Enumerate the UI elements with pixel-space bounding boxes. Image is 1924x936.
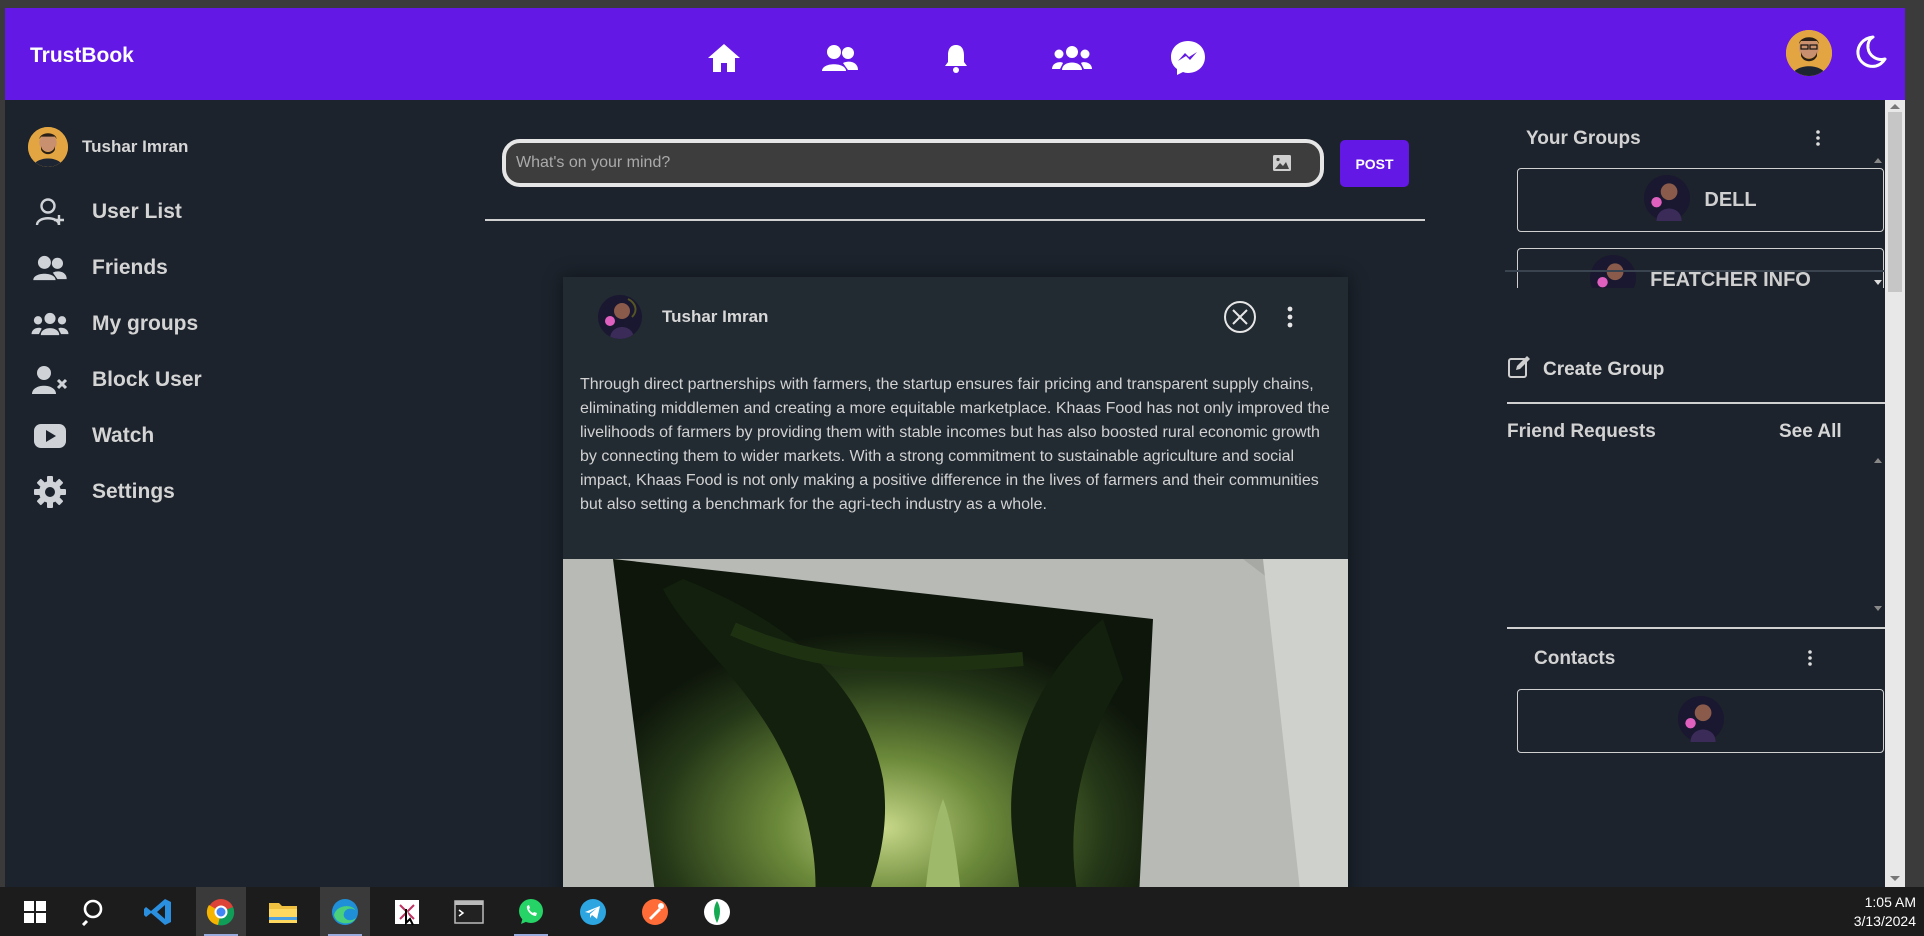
groups-title: Your Groups	[1526, 128, 1641, 149]
home-icon[interactable]	[695, 36, 753, 80]
avatar	[28, 127, 68, 167]
window-edge	[1905, 0, 1924, 887]
more-options-icon[interactable]	[1280, 301, 1300, 333]
brand-logo[interactable]: TrustBook	[30, 44, 134, 68]
start-icon[interactable]	[10, 887, 60, 936]
clock-date: 3/13/2024	[1853, 913, 1916, 929]
groups-scrollbar[interactable]	[1871, 155, 1885, 288]
youtube-icon	[30, 416, 70, 456]
divider	[485, 219, 1425, 221]
scrollbar-thumb[interactable]	[1888, 112, 1902, 292]
user-block-icon	[30, 360, 70, 400]
sidebar-item-friends[interactable]: Friends	[30, 240, 202, 296]
contacts-title: Contacts	[1534, 648, 1616, 669]
friends-icon	[30, 248, 70, 288]
friends-icon[interactable]	[811, 36, 869, 80]
close-icon[interactable]	[1223, 300, 1257, 334]
nav-icons	[695, 36, 1217, 80]
divider	[1505, 270, 1885, 272]
create-group-button[interactable]: Create Group	[1507, 355, 1664, 384]
sidebar-user-name: Tushar Imran	[82, 137, 189, 156]
avatar[interactable]	[598, 295, 642, 339]
see-all-link[interactable]: See All	[1779, 421, 1842, 443]
sidebar-item-my-groups[interactable]: My groups	[30, 296, 202, 352]
post-text: Through direct partnerships with farmers…	[580, 376, 1330, 513]
post-header: Tushar Imran	[598, 295, 768, 339]
moon-icon[interactable]	[1849, 32, 1889, 72]
group-name: DELL	[1704, 188, 1757, 211]
snipping-tool-icon[interactable]	[382, 887, 432, 936]
screen: TrustBook Tushar Imran User List Friends…	[0, 0, 1924, 936]
terminal-icon[interactable]	[444, 887, 494, 936]
groups-icon	[30, 304, 70, 344]
group-list: DELL FEATCHER INFO	[1507, 155, 1885, 288]
groups-more-icon[interactable]	[1811, 128, 1825, 148]
gear-icon	[30, 472, 70, 512]
navbar: TrustBook	[5, 8, 1905, 100]
file-explorer-icon[interactable]	[258, 887, 308, 936]
sidebar-item-label: Settings	[92, 480, 175, 503]
page-scrollbar[interactable]	[1885, 100, 1905, 887]
user-add-icon	[30, 192, 70, 232]
avatar	[1677, 695, 1724, 747]
sidebar-item-label: User List	[92, 200, 182, 223]
bell-icon[interactable]	[927, 36, 985, 80]
telegram-icon[interactable]	[568, 887, 618, 936]
image-upload-icon[interactable]	[1270, 151, 1294, 175]
chrome-icon[interactable]	[196, 887, 246, 936]
window-top-strip	[0, 0, 1924, 8]
divider	[1507, 627, 1885, 629]
sidebar-item-label: Block User	[92, 368, 202, 391]
sidebar-item-user-list[interactable]: User List	[30, 184, 202, 240]
friend-requests-title: Friend Requests	[1507, 421, 1656, 442]
groups-icon[interactable]	[1043, 36, 1101, 80]
post-author[interactable]: Tushar Imran	[662, 307, 768, 327]
edit-icon	[1507, 355, 1531, 384]
taskbar: 1:05 AM 3/13/2024	[0, 887, 1924, 936]
create-group-label: Create Group	[1543, 358, 1665, 380]
postman-icon[interactable]	[630, 887, 680, 936]
post-button[interactable]: POST	[1340, 140, 1409, 187]
profile-avatar[interactable]	[1786, 30, 1832, 76]
sidebar-item-label: Watch	[92, 424, 155, 447]
contact-card[interactable]	[1517, 689, 1884, 753]
post-input[interactable]	[516, 151, 1236, 175]
friend-requests-scrollbar[interactable]	[1871, 454, 1885, 614]
sidebar-item-watch[interactable]: Watch	[30, 408, 202, 464]
post-card: Tushar Imran Through direct partnerships…	[563, 277, 1348, 887]
divider	[1507, 402, 1885, 404]
messenger-icon[interactable]	[1159, 36, 1217, 80]
post-composer	[502, 139, 1324, 187]
sidebar-item-label: Friends	[92, 256, 168, 279]
page-body: Tushar Imran User List Friends My groups…	[5, 100, 1885, 887]
whatsapp-icon[interactable]	[506, 887, 556, 936]
sidebar-item-settings[interactable]: Settings	[30, 464, 202, 520]
vscode-icon[interactable]	[133, 887, 183, 936]
search-icon[interactable]	[70, 887, 120, 936]
group-card[interactable]: FEATCHER INFO	[1517, 248, 1884, 288]
sidebar-item-block-user[interactable]: Block User	[30, 352, 202, 408]
system-clock[interactable]: 1:05 AM 3/13/2024	[1854, 893, 1916, 931]
clock-time: 1:05 AM	[1864, 894, 1916, 910]
edge-icon[interactable]	[320, 887, 370, 936]
sidebar-profile[interactable]: Tushar Imran	[28, 127, 188, 167]
sidebar-item-label: My groups	[92, 312, 199, 335]
mongodb-icon[interactable]	[692, 887, 742, 936]
post-image[interactable]	[563, 559, 1348, 887]
avatar	[1644, 174, 1691, 226]
group-card[interactable]: DELL	[1517, 168, 1884, 232]
contacts-more-icon[interactable]	[1803, 648, 1817, 668]
sidebar-menu: User List Friends My groups Block User W…	[30, 184, 202, 520]
